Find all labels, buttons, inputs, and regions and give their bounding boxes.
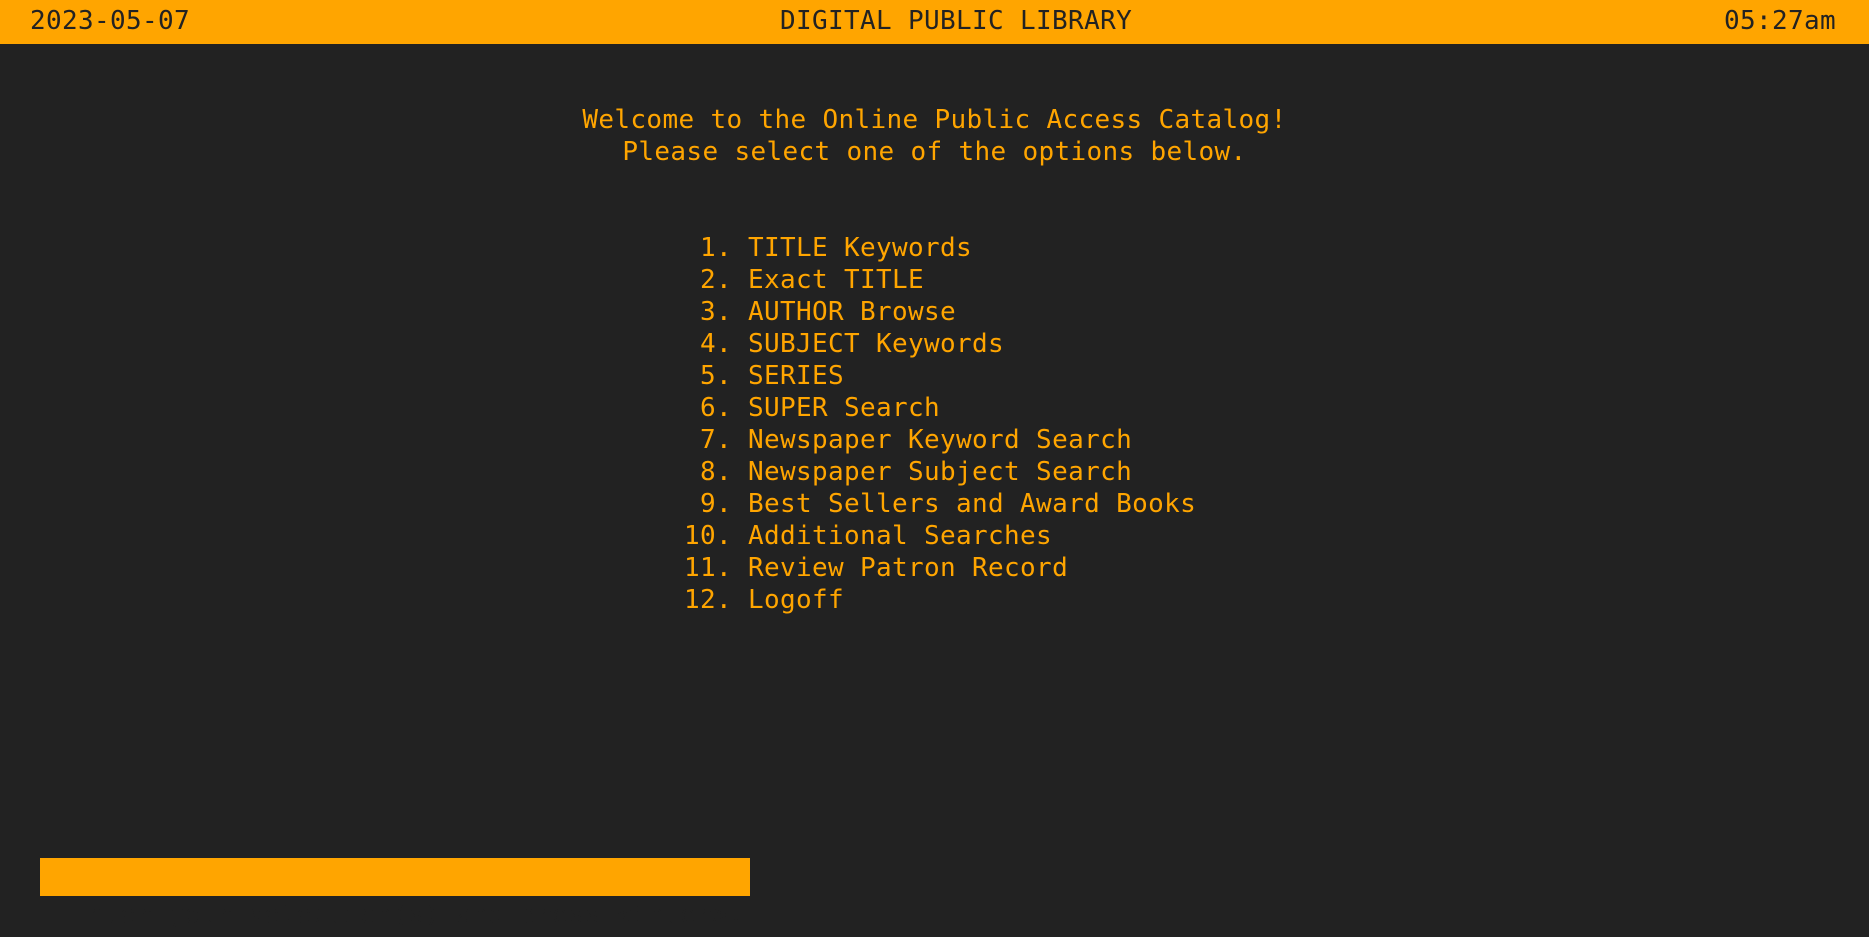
menu-item-number: 7. — [699, 425, 732, 455]
menu-item-label: SUBJECT Keywords — [748, 329, 1005, 359]
menu-item-number: 3. — [699, 297, 732, 327]
menu-item-exact-title[interactable]: 2. Exact TITLE — [684, 264, 1196, 296]
menu-item-number: 4. — [699, 329, 732, 359]
menu-item-subject-keywords[interactable]: 4. SUBJECT Keywords — [684, 328, 1196, 360]
menu-item-label: Newspaper Keyword Search — [748, 425, 1133, 455]
text-cursor — [730, 862, 732, 894]
menu-item-number: 8. — [699, 457, 732, 487]
menu-item-title-keywords[interactable]: 1. TITLE Keywords — [684, 232, 1196, 264]
menu-item-label: Exact TITLE — [748, 265, 925, 295]
menu-item-number: 11. — [684, 553, 733, 583]
menu-item-number: 5. — [699, 361, 732, 391]
menu-item-author-browse[interactable]: 3. AUTHOR Browse — [684, 296, 1196, 328]
header-bar: 2023-05-07 DIGITAL PUBLIC LIBRARY 05:27a… — [0, 0, 1869, 44]
menu-item-best-sellers[interactable]: 9. Best Sellers and Award Books — [684, 488, 1196, 520]
welcome-line-2: Please select one of the options below. — [622, 137, 1247, 167]
main-menu: 1. TITLE Keywords 2. Exact TITLE 3. AUTHOR … — [684, 232, 1196, 616]
menu-item-number: 10. — [684, 521, 733, 551]
menu-item-logoff[interactable]: 12. Logoff — [684, 584, 1196, 616]
menu-item-label: SERIES — [748, 361, 845, 391]
menu-item-label: AUTHOR Browse — [748, 297, 957, 327]
menu-item-super-search[interactable]: 6. SUPER Search — [684, 392, 1196, 424]
menu-item-label: Logoff — [748, 585, 845, 615]
selection-prompt: Enter your selection(s) and press <Enter… — [40, 858, 751, 930]
menu-item-label: SUPER Search — [748, 393, 941, 423]
header-time: 05:27am — [1723, 6, 1836, 36]
menu-item-number: 9. — [699, 489, 732, 519]
menu-item-number: 1. — [699, 233, 732, 263]
selection-prompt-label: Enter your selection(s) and press <Enter… — [72, 900, 745, 930]
menu-item-newspaper-subject-search[interactable]: 8. Newspaper Subject Search — [684, 456, 1196, 488]
welcome-line-1: Welcome to the Online Public Access Cata… — [582, 105, 1287, 135]
menu-item-number: 6. — [699, 393, 732, 423]
menu-item-label: Review Patron Record — [748, 553, 1069, 583]
menu-item-label: Additional Searches — [748, 521, 1053, 551]
selection-input[interactable] — [728, 860, 1328, 896]
header-date: 2023-05-07 — [30, 6, 191, 36]
menu-item-series[interactable]: 5. SERIES — [684, 360, 1196, 392]
menu-item-newspaper-keyword-search[interactable]: 7. Newspaper Keyword Search — [684, 424, 1196, 456]
menu-item-label: TITLE Keywords — [748, 233, 973, 263]
menu-item-additional-searches[interactable]: 10. Additional Searches — [684, 520, 1196, 552]
menu-item-number: 12. — [684, 585, 733, 615]
menu-item-label: Best Sellers and Award Books — [748, 489, 1197, 519]
menu-item-number: 2. — [699, 265, 732, 295]
header-title: DIGITAL PUBLIC LIBRARY — [780, 6, 1133, 36]
menu-item-label: Newspaper Subject Search — [748, 457, 1133, 487]
welcome-message: Welcome to the Online Public Access Cata… — [0, 104, 1869, 168]
menu-item-review-patron-record[interactable]: 11. Review Patron Record — [684, 552, 1196, 584]
